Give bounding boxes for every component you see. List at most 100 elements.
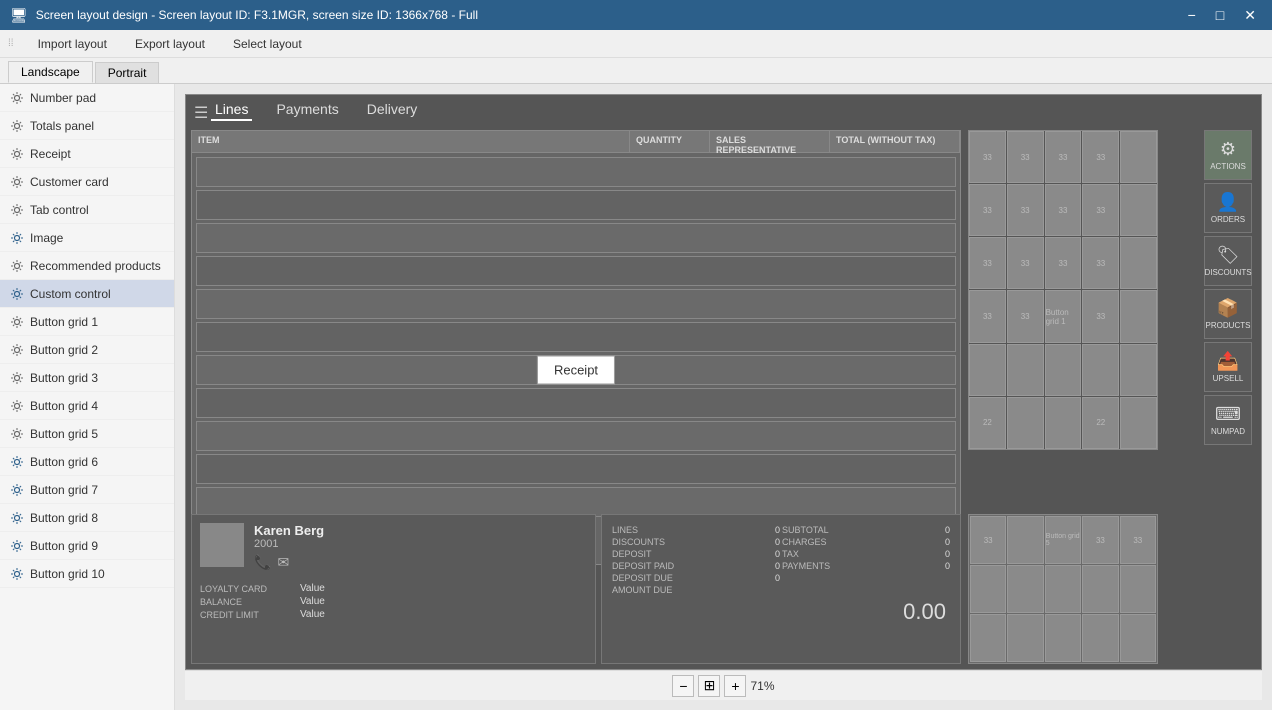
- action-btn-products[interactable]: 📦 PRODUCTS: [1204, 289, 1252, 339]
- grid-cell[interactable]: 33: [969, 237, 1006, 289]
- gear-icon-active: [10, 567, 24, 581]
- grid-cell[interactable]: 33: [1120, 516, 1156, 564]
- grid-cell[interactable]: 33: [1007, 131, 1044, 183]
- grid-cell[interactable]: 33: [1082, 131, 1119, 183]
- canvas-tab-delivery[interactable]: Delivery: [363, 99, 422, 121]
- grid-cell[interactable]: 33: [969, 131, 1006, 183]
- grid-cell[interactable]: [1082, 344, 1119, 396]
- action-btn-upsell[interactable]: 📤 UPSELL: [1204, 342, 1252, 392]
- grid-cell[interactable]: Button grid 1: [1045, 290, 1082, 342]
- grid-cell[interactable]: [1007, 397, 1044, 449]
- zoom-out-button[interactable]: −: [672, 675, 694, 697]
- grid-cell[interactable]: 33: [1082, 237, 1119, 289]
- grid-cell[interactable]: [1045, 397, 1082, 449]
- grid-cell[interactable]: [1082, 614, 1118, 662]
- hamburger-icon[interactable]: ☰: [194, 103, 208, 123]
- grid-cell[interactable]: 33: [1007, 237, 1044, 289]
- sidebar-item-custom-control[interactable]: Custom control: [0, 280, 174, 308]
- action-btn-numpad[interactable]: ⌨ NUMPAD: [1204, 395, 1252, 445]
- grid-cell[interactable]: 22: [1082, 397, 1119, 449]
- sidebar-item-button-grid-6[interactable]: Button grid 6: [0, 448, 174, 476]
- content-area: ☰ Lines Payments Delivery ITEM QUANTITY …: [175, 84, 1272, 710]
- menu-drag-handle: ⁞⁞: [8, 38, 14, 49]
- grid-cell[interactable]: 33: [1045, 131, 1082, 183]
- grid-cell[interactable]: [1007, 565, 1043, 613]
- grid-cell[interactable]: [1120, 131, 1157, 183]
- sidebar-item-totals-panel[interactable]: Totals panel: [0, 112, 174, 140]
- sidebar-item-recommended-products[interactable]: Recommended products: [0, 252, 174, 280]
- gear-icon: [10, 203, 24, 217]
- grid-cell[interactable]: [1120, 344, 1157, 396]
- gear-icon: [10, 315, 24, 329]
- grid-cell[interactable]: 33: [1007, 184, 1044, 236]
- grid-cell[interactable]: 33: [969, 184, 1006, 236]
- grid-cell[interactable]: [1120, 565, 1156, 613]
- export-layout-menu[interactable]: Export layout: [131, 35, 209, 53]
- totals-label2: TAX: [782, 549, 923, 559]
- totals-value2: 0: [925, 525, 950, 535]
- grid-cell[interactable]: 33: [969, 290, 1006, 342]
- grid-cell[interactable]: 33: [970, 516, 1006, 564]
- action-btn-orders[interactable]: 👤 ORDERS: [1204, 183, 1252, 233]
- sidebar-item-tab-control[interactable]: Tab control: [0, 196, 174, 224]
- action-btn-actions[interactable]: ⚙ ACTIONS: [1204, 130, 1252, 180]
- grid-cell[interactable]: [1120, 237, 1157, 289]
- sidebar-item-number-pad[interactable]: Number pad: [0, 84, 174, 112]
- grid-cell[interactable]: 33: [1082, 290, 1119, 342]
- action-btn-discounts[interactable]: 🏷 DISCOUNTS: [1204, 236, 1252, 286]
- canvas-tab-lines[interactable]: Lines: [211, 99, 252, 121]
- sidebar-item-button-grid-3[interactable]: Button grid 3: [0, 364, 174, 392]
- grid-cell[interactable]: [1120, 184, 1157, 236]
- grid-cell[interactable]: 33: [1007, 290, 1044, 342]
- close-button[interactable]: ✕: [1238, 5, 1262, 26]
- zoom-fit-button[interactable]: ⊞: [698, 675, 720, 697]
- grid-cell[interactable]: Button grid 5: [1045, 516, 1081, 564]
- grid-cell[interactable]: [1120, 614, 1156, 662]
- gear-icon-active: [10, 483, 24, 497]
- grid-cell[interactable]: 33: [1082, 184, 1119, 236]
- app-icon: 🖥: [10, 7, 28, 24]
- grid-cell[interactable]: [1045, 614, 1081, 662]
- grid-cell[interactable]: 33: [1045, 184, 1082, 236]
- grid-cell[interactable]: [1120, 397, 1157, 449]
- sidebar-item-button-grid-5[interactable]: Button grid 5: [0, 420, 174, 448]
- select-layout-menu[interactable]: Select layout: [229, 35, 306, 53]
- grid-cell[interactable]: [1082, 565, 1118, 613]
- zoom-in-button[interactable]: +: [724, 675, 746, 697]
- tab-portrait[interactable]: Portrait: [95, 62, 160, 83]
- totals-label: DEPOSIT PAID: [612, 561, 753, 571]
- grid-cell[interactable]: [970, 614, 1006, 662]
- sidebar-item-button-grid-4[interactable]: Button grid 4: [0, 392, 174, 420]
- grid-cell[interactable]: [1120, 290, 1157, 342]
- grid-cell[interactable]: 22: [969, 397, 1006, 449]
- canvas-tab-payments[interactable]: Payments: [272, 99, 342, 121]
- orders-icon: 👤: [1217, 192, 1239, 213]
- sidebar-item-button-grid-8[interactable]: Button grid 8: [0, 504, 174, 532]
- maximize-button[interactable]: □: [1210, 5, 1230, 26]
- receipt-row: [196, 454, 956, 484]
- grid-cell[interactable]: [1007, 614, 1043, 662]
- sidebar-item-receipt[interactable]: Receipt: [0, 140, 174, 168]
- grid-cell[interactable]: [1007, 344, 1044, 396]
- grid-cell[interactable]: 33: [1045, 237, 1082, 289]
- sidebar-item-image[interactable]: Image: [0, 224, 174, 252]
- sidebar-item-button-grid-9[interactable]: Button grid 9: [0, 532, 174, 560]
- grid-cell[interactable]: [969, 344, 1006, 396]
- tab-landscape[interactable]: Landscape: [8, 61, 93, 83]
- minimize-button[interactable]: −: [1182, 5, 1202, 26]
- customer-id: 2001: [254, 538, 587, 550]
- grid-cell[interactable]: [1045, 565, 1081, 613]
- col-sales-rep: SALES REPRESENTATIVE: [710, 131, 830, 152]
- amount-due-value: 0.00: [608, 599, 954, 625]
- sidebar-item-button-grid-7[interactable]: Button grid 7: [0, 476, 174, 504]
- grid-cell[interactable]: [1007, 516, 1043, 564]
- designer-canvas[interactable]: ☰ Lines Payments Delivery ITEM QUANTITY …: [185, 94, 1262, 670]
- grid-cell[interactable]: [1045, 344, 1082, 396]
- sidebar-item-button-grid-1[interactable]: Button grid 1: [0, 308, 174, 336]
- grid-cell[interactable]: [970, 565, 1006, 613]
- sidebar-item-button-grid-10[interactable]: Button grid 10: [0, 560, 174, 588]
- grid-cell[interactable]: 33: [1082, 516, 1118, 564]
- sidebar-item-customer-card[interactable]: Customer card: [0, 168, 174, 196]
- sidebar-item-button-grid-2[interactable]: Button grid 2: [0, 336, 174, 364]
- import-layout-menu[interactable]: Import layout: [34, 35, 111, 53]
